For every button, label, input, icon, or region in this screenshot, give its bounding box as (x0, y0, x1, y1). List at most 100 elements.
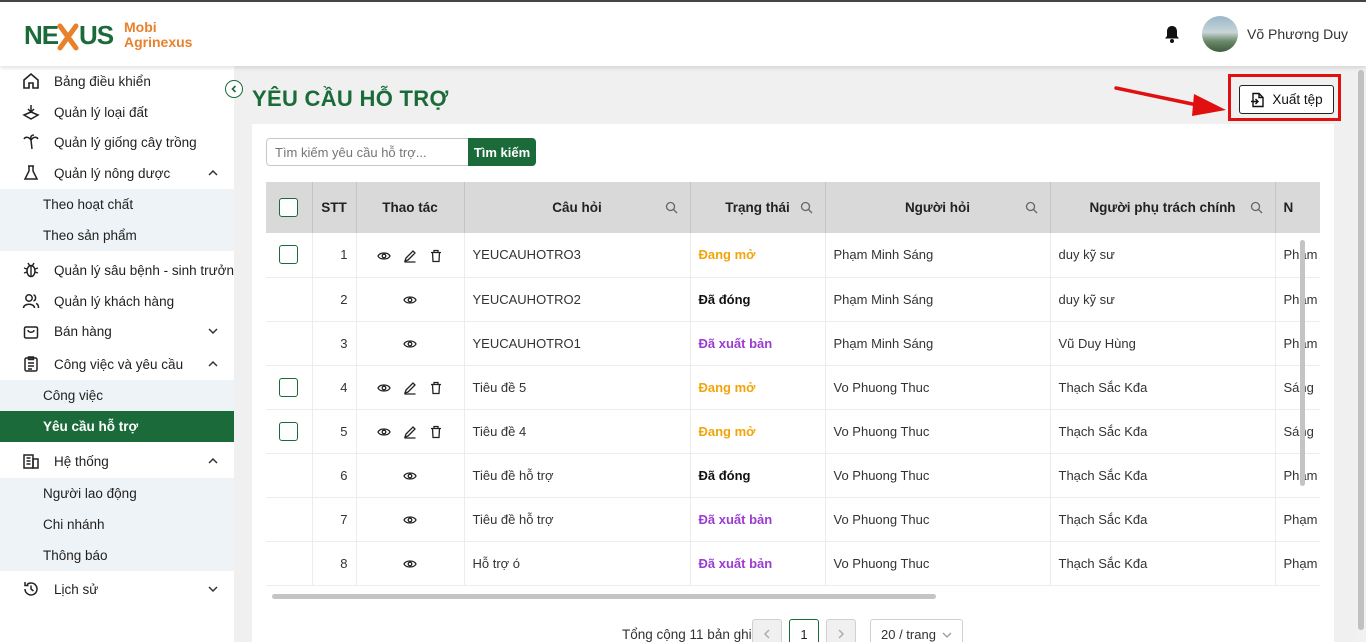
column-header-owner[interactable]: Người phụ trách chính (1050, 182, 1276, 233)
search-input[interactable] (266, 138, 468, 166)
sidebar-item-system[interactable]: Hệ thống (0, 446, 234, 476)
sidebar-item-history[interactable]: Lịch sử (0, 574, 234, 604)
delete-icon[interactable] (429, 249, 443, 263)
view-icon[interactable] (403, 337, 417, 351)
table-row[interactable]: 6 Tiêu đề hỗ trợ Đã đóng Vo Phuong Thuc Thạc… (266, 453, 1320, 498)
sidebar-item-pests[interactable]: Quản lý sâu bệnh - sinh trưởng (0, 255, 242, 285)
sidebar: Bảng điều khiển Quản lý loại đất Quản lý… (0, 66, 242, 642)
sidebar-item-dashboard[interactable]: Bảng điều khiển (0, 66, 234, 96)
sidebar-item-crops[interactable]: Quản lý giống cây trồng (0, 127, 234, 157)
sidebar-item-by-product[interactable]: Theo sản phẩm (0, 220, 234, 251)
search-icon[interactable] (665, 201, 678, 214)
table-row[interactable]: 1 YEUCAUHOTRO3 Đang mở Phạm Minh Sáng duy kỹ… (266, 233, 1320, 278)
sidebar-item-branches[interactable]: Chi nhánh (0, 509, 234, 540)
row-question[interactable]: Tiêu đề hỗ trợ (464, 453, 691, 498)
table-row[interactable]: 7 Tiêu đề hỗ trợ Đã xuất bản Vo Phuong Thuc… (266, 497, 1320, 542)
row-owner: Thạch Sắc Kđa (1050, 541, 1276, 586)
export-highlight-box: Xuất tệp (1228, 74, 1341, 121)
row-question[interactable]: YEUCAUHOTRO2 (464, 277, 691, 322)
vertical-scrollbar[interactable] (1300, 240, 1305, 486)
table-row[interactable]: 2 YEUCAUHOTRO2 Đã đóng Phạm Minh Sáng duy kỹ… (266, 277, 1320, 322)
sidebar-item-soil[interactable]: Quản lý loại đất (0, 97, 234, 127)
select-all-checkbox[interactable] (279, 198, 298, 217)
table-row[interactable]: 4 Tiêu đề 5 Đang mở Vo Phuong Thuc Thạch Sắc… (266, 365, 1320, 410)
sidebar-collapse-button[interactable] (225, 80, 243, 98)
sidebar-item-support-requests[interactable]: Yêu cầu hỗ trợ (0, 411, 234, 442)
avatar[interactable] (1202, 16, 1238, 52)
sidebar-item-label: Quản lý giống cây trồng (54, 134, 197, 150)
row-asker: Vo Phuong Thuc (825, 497, 1051, 542)
next-page-button[interactable] (826, 619, 856, 642)
row-question[interactable]: YEUCAUHOTRO1 (464, 321, 691, 366)
brand-name: Mobi Agrinexus (124, 20, 192, 50)
delete-icon[interactable] (429, 381, 443, 395)
edit-icon[interactable] (403, 381, 417, 395)
sidebar-item-tasks[interactable]: Công việc (0, 380, 234, 411)
view-icon[interactable] (403, 469, 417, 483)
bell-icon[interactable] (1162, 24, 1182, 44)
export-button-label: Xuất tệp (1272, 92, 1323, 107)
pagination: Tổng cộng 11 bản ghi 1 20 / trang (252, 619, 1334, 642)
table-row[interactable]: 5 Tiêu đề 4 Đang mở Vo Phuong Thuc Thạch Sắc… (266, 409, 1320, 454)
page-number-button[interactable]: 1 (789, 619, 819, 642)
edit-icon[interactable] (403, 425, 417, 439)
view-icon[interactable] (377, 425, 391, 439)
row-question[interactable]: Hỗ trợ ó (464, 541, 691, 586)
row-extra: Sáng (1275, 409, 1320, 454)
column-header-question[interactable]: Câu hỏi (464, 182, 691, 233)
view-icon[interactable] (377, 249, 391, 263)
row-actions (356, 233, 465, 278)
user-name[interactable]: Võ Phương Duy (1247, 26, 1348, 42)
row-owner: Thạch Sắc Kđa (1050, 453, 1276, 498)
sidebar-item-by-active-ingredient[interactable]: Theo hoạt chất (0, 189, 234, 220)
row-asker: Phạm Minh Sáng (825, 321, 1051, 366)
row-question[interactable]: Tiêu đề hỗ trợ (464, 497, 691, 542)
page-scrollbar[interactable] (1356, 66, 1366, 642)
row-asker: Phạm Minh Sáng (825, 233, 1051, 278)
search-icon[interactable] (800, 201, 813, 214)
row-question[interactable]: Tiêu đề 5 (464, 365, 691, 410)
page-title: YÊU CẦU HỖ TRỢ (252, 86, 449, 111)
table-header: STT Thao tác Câu hỏi Trạng thái Người hỏ… (266, 182, 1320, 233)
row-checkbox[interactable] (279, 245, 298, 265)
view-icon[interactable] (403, 293, 417, 307)
table-row[interactable]: 8 Hỗ trợ ó Đã xuất bản Vo Phuong Thuc Thạch … (266, 541, 1320, 586)
row-extra: Phạm (1275, 497, 1320, 542)
row-extra: Phạm (1275, 233, 1320, 278)
row-owner: Thạch Sắc Kđa (1050, 409, 1276, 454)
row-select-cell (266, 277, 313, 322)
column-header-extra: N (1275, 182, 1320, 233)
sidebar-item-pesticide[interactable]: Quản lý nông dược (0, 158, 234, 188)
search-icon[interactable] (1250, 201, 1263, 214)
column-header-status[interactable]: Trạng thái (690, 182, 826, 233)
sidebar-item-notifications[interactable]: Thông báo (0, 540, 234, 571)
table-row[interactable]: 3 YEUCAUHOTRO1 Đã xuất bản Phạm Minh Sáng Vũ… (266, 321, 1320, 366)
sidebar-item-employees[interactable]: Người lao động (0, 478, 234, 509)
sidebar-item-work-requests[interactable]: Công việc và yêu cầu (0, 349, 234, 379)
palm-tree-icon (23, 134, 39, 150)
sidebar-item-customers[interactable]: Quản lý khách hàng (0, 286, 234, 316)
clipboard-icon (24, 356, 38, 372)
page-size-select[interactable]: 20 / trang (870, 619, 963, 642)
table-body: 1 YEUCAUHOTRO3 Đang mở Phạm Minh Sáng duy kỹ… (266, 233, 1320, 586)
view-icon[interactable] (377, 381, 391, 395)
row-question[interactable]: YEUCAUHOTRO3 (464, 233, 691, 278)
horizontal-scrollbar[interactable] (272, 594, 936, 599)
prev-page-button[interactable] (752, 619, 782, 642)
column-header-asker[interactable]: Người hỏi (825, 182, 1051, 233)
edit-icon[interactable] (403, 249, 417, 263)
delete-icon[interactable] (429, 425, 443, 439)
row-checkbox[interactable] (279, 421, 298, 441)
search-icon[interactable] (1025, 201, 1038, 214)
view-icon[interactable] (403, 513, 417, 527)
view-icon[interactable] (403, 557, 417, 571)
row-question[interactable]: Tiêu đề 4 (464, 409, 691, 454)
column-header-label: Người hỏi (904, 200, 971, 215)
chevron-left-icon (764, 629, 770, 639)
flask-icon (23, 165, 39, 180)
sidebar-item-sales[interactable]: Bán hàng (0, 316, 234, 346)
row-checkbox[interactable] (279, 377, 298, 397)
search-button[interactable]: Tìm kiếm (468, 138, 536, 166)
row-owner: duy kỹ sư (1050, 277, 1276, 322)
export-button[interactable]: Xuất tệp (1239, 85, 1334, 114)
